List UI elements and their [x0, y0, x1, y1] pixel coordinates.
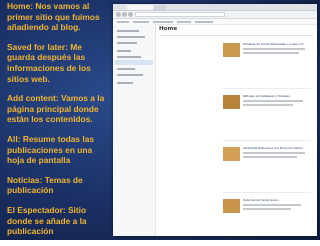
sidebar-selected-item[interactable] [115, 60, 153, 65]
sidebar-item[interactable] [117, 30, 139, 32]
forward-icon[interactable] [122, 12, 127, 17]
bookmark-item[interactable] [117, 20, 129, 23]
post-thumbnail [223, 95, 240, 109]
post-snippet-line [243, 152, 305, 154]
divider [159, 35, 313, 36]
post-title[interactable]: Alcachofa Sabrosura con Dion con Salmo [243, 146, 303, 150]
sidebar-item[interactable] [117, 50, 131, 52]
divider [223, 140, 311, 141]
post-item[interactable]: Milhojas de Calabacín y Tomates [223, 94, 313, 141]
divider [223, 88, 311, 89]
post-snippet-line [243, 100, 303, 102]
slide-background: Home: Nos vamos al primer sitio que fuim… [0, 0, 320, 240]
post-title[interactable]: Cebe Hoven Verde Hotes [243, 198, 279, 202]
sidebar-item[interactable] [117, 82, 133, 84]
post-item[interactable]: Alcachofa Sabrosura con Dion con Salmo [223, 146, 313, 193]
bookmark-item[interactable] [153, 20, 173, 23]
post-snippet-line [243, 104, 293, 106]
post-title[interactable]: Milhojas de Calabacín y Tomates [243, 94, 290, 98]
browser-toolbar [113, 11, 317, 19]
post-thumbnail [223, 147, 240, 161]
browser-screenshot: Home Chuletas de Cerdo Rebozadas y a que… [113, 4, 317, 236]
post-thumbnail [223, 199, 240, 213]
bookmark-item[interactable] [133, 20, 149, 23]
note-home: Home: Nos vamos al primer sitio que fuim… [7, 1, 100, 33]
sidebar-item[interactable] [117, 56, 141, 58]
post-snippet-line [243, 48, 305, 50]
bookmark-item[interactable] [177, 20, 191, 23]
post-snippet-line [243, 204, 301, 206]
post-title[interactable]: Chuletas de Cerdo Rebozadas y a que no? [243, 42, 304, 46]
note-noticias: Noticias: Temas de publicación [7, 174, 83, 196]
post-snippet-line [243, 208, 291, 210]
browser-new-tab[interactable] [154, 5, 166, 10]
browser-tab-bar [113, 4, 317, 11]
notes-panel: Home: Nos vamos al primer sitio que fuim… [7, 1, 109, 246]
reload-icon[interactable] [128, 12, 133, 17]
post-item[interactable]: Chuletas de Cerdo Rebozadas y a que no? [223, 42, 313, 89]
reader-sidebar [113, 24, 156, 236]
post-item[interactable]: Cebe Hoven Verde Hotes [223, 198, 313, 236]
page-title: Home [159, 26, 178, 32]
note-add-content: Add content: Vamos a la página principal… [7, 93, 105, 125]
post-snippet-line [243, 52, 299, 54]
back-icon[interactable] [116, 12, 121, 17]
divider [223, 192, 311, 193]
sidebar-item[interactable] [117, 68, 135, 70]
note-el-espectador: El Espectador: Sitio donde se añade a la… [7, 204, 87, 237]
bookmark-item[interactable] [195, 20, 213, 23]
note-saved-for-later: Saved for later: Me guarda después las i… [7, 41, 91, 84]
sidebar-item[interactable] [117, 74, 143, 76]
sidebar-item[interactable] [117, 42, 137, 44]
main-content: Home Chuletas de Cerdo Rebozadas y a que… [157, 24, 317, 236]
address-bar[interactable] [135, 12, 225, 17]
post-thumbnail [223, 43, 240, 57]
post-snippet-line [243, 156, 297, 158]
sidebar-item[interactable] [117, 36, 145, 38]
browser-tab[interactable] [127, 5, 153, 10]
note-all: All: Resume todas las publicaciones en u… [7, 133, 95, 166]
